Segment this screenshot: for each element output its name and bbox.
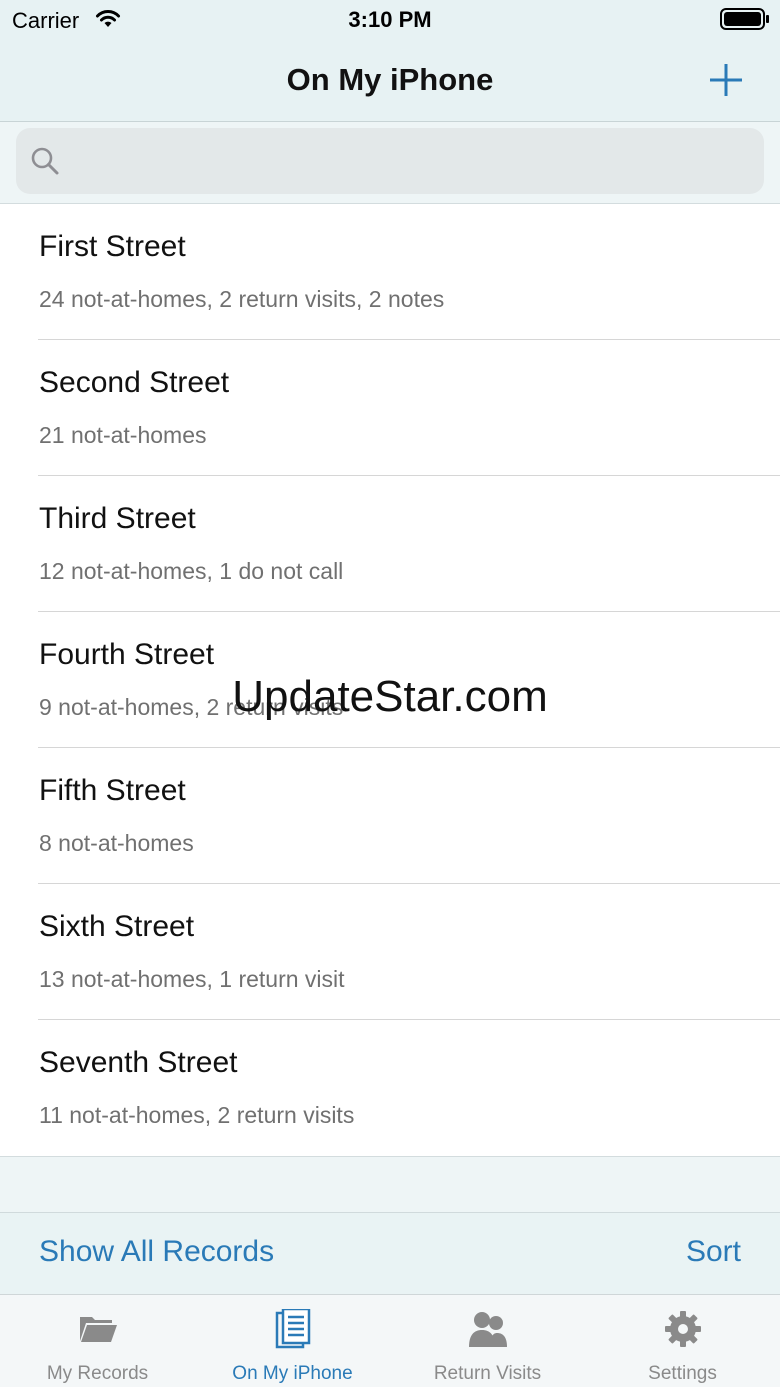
list-item[interactable]: Third Street 12 not-at-homes, 1 do not c… — [0, 476, 780, 612]
record-title: Sixth Street — [39, 910, 195, 943]
bottom-toolbar: Show All Records Sort — [0, 1212, 780, 1294]
folder-icon — [80, 1317, 117, 1342]
tab-return-visits[interactable]: Return Visits — [390, 1295, 585, 1387]
gear-icon — [665, 1311, 701, 1347]
tab-label: My Records — [46, 1363, 149, 1384]
show-all-records-button[interactable]: Show All Records — [39, 1235, 274, 1269]
tab-on-my-iphone[interactable]: On My iPhone — [195, 1295, 390, 1387]
record-detail: 8 not-at-homes — [39, 830, 194, 856]
record-title: First Street — [39, 230, 186, 263]
record-detail: 13 not-at-homes, 1 return visit — [39, 966, 345, 992]
people-icon — [469, 1312, 507, 1347]
record-title: Fifth Street — [39, 774, 186, 807]
search-field[interactable] — [16, 128, 764, 194]
tab-my-records[interactable]: My Records — [0, 1295, 195, 1387]
record-detail: 12 not-at-homes, 1 do not call — [39, 558, 344, 584]
tab-settings[interactable]: Settings — [585, 1295, 780, 1387]
record-detail: 21 not-at-homes — [39, 422, 207, 448]
list-item[interactable]: Seventh Street 11 not-at-homes, 2 return… — [0, 1020, 780, 1156]
plus-icon — [710, 64, 742, 96]
status-bar: Carrier 3:10 PM — [0, 0, 780, 40]
record-title: Seventh Street — [39, 1046, 238, 1079]
record-title: Third Street — [39, 502, 196, 535]
search-icon — [31, 147, 59, 175]
list-item[interactable]: First Street 24 not-at-homes, 2 return v… — [0, 204, 780, 340]
tab-bar: My Records On My iPhone Return Visits Se… — [0, 1294, 780, 1387]
document-icon — [275, 1309, 311, 1349]
page-title: On My iPhone — [286, 62, 494, 97]
add-button[interactable] — [704, 58, 748, 102]
record-title: Second Street — [39, 366, 230, 399]
list-item[interactable]: Fourth Street 9 not-at-homes, 2 return v… — [0, 612, 780, 748]
list-item[interactable]: Second Street 21 not-at-homes — [0, 340, 780, 476]
record-detail: 24 not-at-homes, 2 return visits, 2 note… — [39, 286, 445, 312]
search-area — [0, 122, 780, 204]
list-item[interactable]: Sixth Street 13 not-at-homes, 1 return v… — [0, 884, 780, 1020]
tab-label: Settings — [648, 1363, 717, 1384]
list-item[interactable]: Fifth Street 8 not-at-homes — [0, 748, 780, 884]
record-detail: 11 not-at-homes, 2 return visits — [39, 1102, 355, 1128]
record-list: First Street 24 not-at-homes, 2 return v… — [0, 204, 780, 1157]
search-input[interactable] — [72, 138, 752, 184]
record-detail: 9 not-at-homes, 2 return visits — [39, 694, 344, 720]
tab-label: Return Visits — [433, 1363, 542, 1384]
status-time: 3:10 PM — [348, 7, 432, 32]
record-title: Fourth Street — [39, 638, 215, 671]
navigation-bar: On My iPhone — [0, 40, 780, 122]
sort-button[interactable]: Sort — [686, 1235, 741, 1269]
tab-label: On My iPhone — [232, 1363, 353, 1384]
battery-icon — [720, 8, 769, 30]
